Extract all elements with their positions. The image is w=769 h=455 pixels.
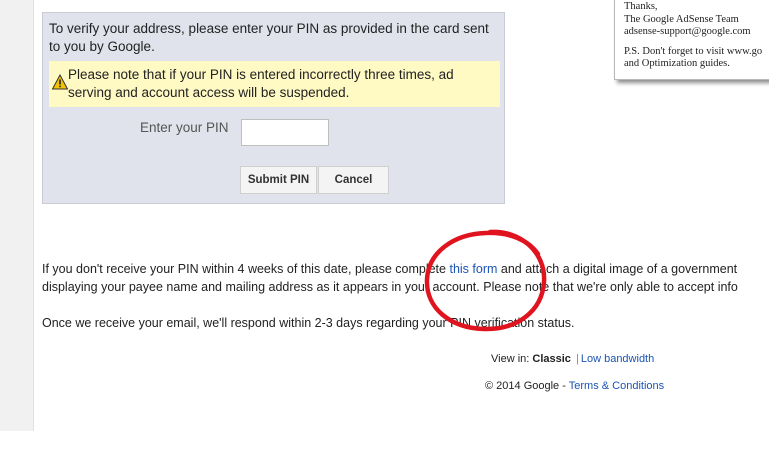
warning-text: Please note that if your PIN is entered …: [68, 67, 454, 100]
view-in-label: View in:: [491, 353, 530, 365]
help-text-start: If you don't receive your PIN within 4 w…: [42, 262, 450, 276]
submit-pin-button[interactable]: Submit PIN: [240, 166, 317, 194]
terms-link[interactable]: Terms & Conditions: [569, 380, 664, 392]
view-mode-switcher: View in: Classic | Low bandwidth: [491, 353, 691, 365]
copyright-dash: -: [559, 380, 569, 392]
classic-view-current: Classic: [532, 353, 571, 365]
letter-signature: The Google AdSense Team: [624, 13, 739, 25]
letter-email: adsense-support@google.com: [624, 26, 751, 37]
letter-postscript-cont: and Optimization guides.: [624, 58, 730, 69]
left-sidebar-rail: [0, 0, 34, 431]
copyright-text: © 2014 Google: [485, 380, 560, 392]
letter-postscript: P.S. Don't forget to visit www.go: [624, 45, 763, 57]
letter-closing: Thanks,: [624, 1, 658, 12]
pin-input[interactable]: [241, 119, 329, 146]
verify-instructions: To verify your address, please enter you…: [49, 21, 489, 54]
pin-letter-excerpt: Thanks, The Google AdSense Team adsense-…: [614, 0, 769, 80]
pin-warning-box: Please note that if your PIN is entered …: [49, 61, 500, 107]
warning-triangle-icon: [52, 74, 68, 90]
copyright-line: © 2014 Google - Terms & Conditions: [485, 380, 705, 392]
response-time-paragraph: Once we receive your email, we'll respon…: [42, 316, 575, 330]
pin-label: Enter your PIN: [140, 120, 229, 135]
help-text-line2: displaying your payee name and mailing a…: [42, 280, 738, 294]
pin-verification-panel: To verify your address, please enter you…: [42, 12, 505, 204]
this-form-link[interactable]: this form: [449, 262, 497, 276]
low-bandwidth-link[interactable]: Low bandwidth: [581, 353, 654, 365]
cancel-button[interactable]: Cancel: [318, 166, 389, 194]
view-separator: |: [575, 353, 579, 365]
pin-help-paragraph: If you don't receive your PIN within 4 w…: [42, 260, 769, 296]
help-text-end: and attach a digital image of a governme…: [497, 262, 738, 276]
